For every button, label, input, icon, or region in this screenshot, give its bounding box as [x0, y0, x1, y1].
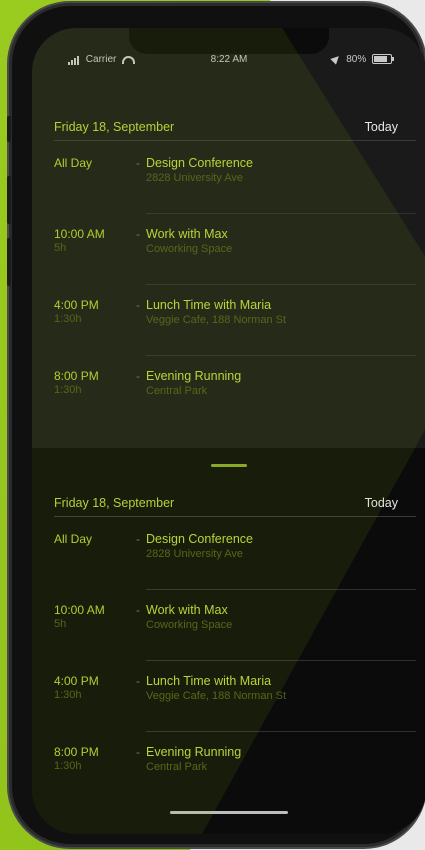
event-time: 4:00 PM: [54, 674, 99, 688]
event-time: 8:00 PM: [54, 369, 99, 383]
event-row[interactable]: 10:00 AM 5h - Work with Max Coworking Sp…: [54, 603, 425, 673]
home-indicator[interactable]: [170, 811, 288, 814]
event-time: All Day: [54, 156, 93, 170]
event-location: Central Park: [146, 761, 208, 773]
today-button[interactable]: Today: [365, 496, 398, 510]
agenda-date: Friday 18, September: [54, 496, 175, 510]
event-time: 8:00 PM: [54, 745, 99, 759]
sheet-grabber[interactable]: [211, 464, 247, 467]
location-arrow-icon: [330, 53, 343, 66]
event-row[interactable]: All Day - Design Conference 2828 Univers…: [54, 156, 425, 226]
event-duration: 5h: [54, 618, 67, 630]
event-dash: -: [136, 227, 140, 241]
volume-up-button: [7, 176, 11, 224]
event-title: Work with Max: [146, 227, 228, 241]
event-row[interactable]: 8:00 PM 1:30h - Evening Running Central …: [54, 745, 425, 815]
event-location: Veggie Cafe, 188 Norman St: [146, 690, 287, 702]
event-dash: -: [136, 156, 140, 170]
event-divider: [146, 355, 416, 356]
volume-down-button: [7, 238, 11, 286]
event-title: Design Conference: [146, 532, 254, 546]
mute-switch: [7, 116, 11, 142]
today-button[interactable]: Today: [365, 120, 398, 134]
event-divider: [146, 213, 416, 214]
notch: [129, 28, 329, 54]
event-title: Lunch Time with Maria: [146, 298, 272, 312]
event-duration: 1:30h: [54, 313, 82, 325]
event-duration: 1:30h: [54, 760, 82, 772]
event-divider: [146, 589, 416, 590]
agenda-header: Friday 18, September Today: [54, 492, 416, 517]
event-duration: 1:30h: [54, 689, 82, 701]
battery-percent: 80%: [346, 54, 367, 65]
event-dash: -: [136, 532, 140, 546]
status-right: 80%: [330, 53, 394, 66]
event-duration: 5h: [54, 242, 67, 254]
event-row[interactable]: 4:00 PM 1:30h - Lunch Time with Maria Ve…: [54, 674, 425, 744]
event-location: Coworking Space: [146, 243, 233, 255]
event-row[interactable]: 4:00 PM 1:30h - Lunch Time with Maria Ve…: [54, 298, 425, 368]
event-title: Evening Running: [146, 745, 242, 759]
event-divider: [146, 284, 416, 285]
event-divider: [146, 731, 416, 732]
event-location: Coworking Space: [146, 619, 233, 631]
screen: Carrier 8:22 AM 80% Friday 18, September…: [32, 28, 425, 834]
event-location: 2828 University Ave: [146, 548, 244, 560]
event-dash: -: [136, 674, 140, 688]
agenda-date: Friday 18, September: [54, 120, 175, 134]
event-title: Lunch Time with Maria: [146, 674, 272, 688]
event-duration: 1:30h: [54, 384, 82, 396]
event-row[interactable]: 10:00 AM 5h - Work with Max Coworking Sp…: [54, 227, 425, 297]
event-row[interactable]: 8:00 PM 1:30h - Evening Running Central …: [54, 369, 425, 439]
event-time: 10:00 AM: [54, 603, 105, 617]
event-title: Design Conference: [146, 156, 254, 170]
event-location: Veggie Cafe, 188 Norman St: [146, 314, 287, 326]
event-time: All Day: [54, 532, 93, 546]
event-title: Evening Running: [146, 369, 242, 383]
event-dash: -: [136, 745, 140, 759]
event-dash: -: [136, 298, 140, 312]
event-location: 2828 University Ave: [146, 172, 244, 184]
event-title: Work with Max: [146, 603, 228, 617]
event-dash: -: [136, 603, 140, 617]
event-time: 10:00 AM: [54, 227, 105, 241]
event-time: 4:00 PM: [54, 298, 99, 312]
agenda-header: Friday 18, September Today: [54, 116, 416, 141]
event-divider: [146, 660, 416, 661]
event-row[interactable]: All Day - Design Conference 2828 Univers…: [54, 532, 425, 602]
battery-icon: [372, 54, 394, 65]
status-bar: Carrier 8:22 AM 80%: [32, 53, 425, 70]
event-location: Central Park: [146, 385, 208, 397]
phone-frame: Carrier 8:22 AM 80% Friday 18, September…: [7, 6, 425, 844]
event-dash: -: [136, 369, 140, 383]
